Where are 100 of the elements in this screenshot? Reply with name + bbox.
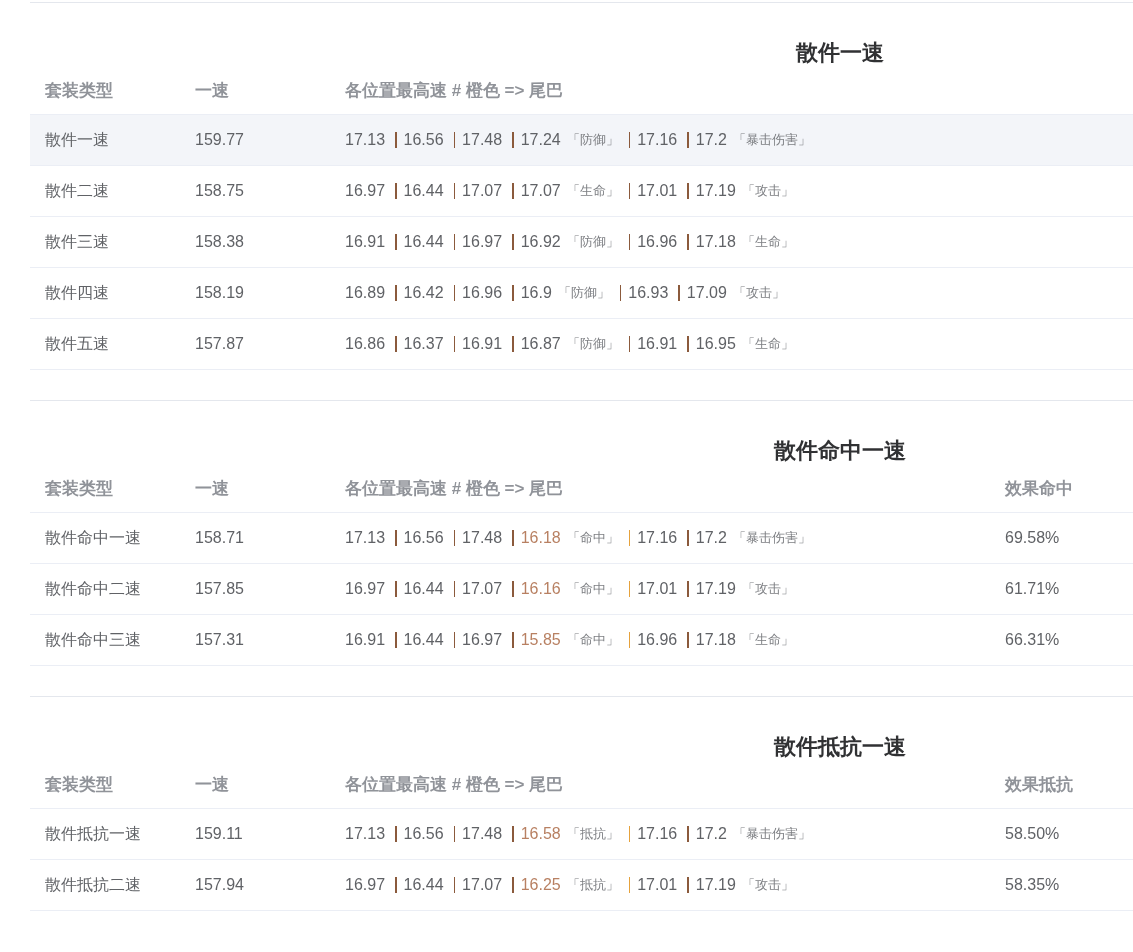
separator-bar: [628, 826, 631, 842]
table-cell: 159.11: [195, 825, 243, 842]
section-title: 散件一速: [796, 40, 884, 65]
speed-value: 16.58: [520, 825, 561, 843]
speed-value: 16.56: [403, 529, 444, 547]
speed-value: 16.96: [637, 233, 678, 251]
speed-value: 17.18: [695, 233, 736, 251]
speed-value: 16.9: [520, 284, 552, 302]
separator-bar: [395, 581, 397, 597]
table-cell: 散件抵抗一速: [45, 824, 141, 842]
separator-bar: [628, 234, 631, 250]
table-cell: 散件命中一速: [45, 528, 141, 546]
speed-value: 15.85: [520, 631, 561, 649]
speed-value: 17.16: [637, 825, 678, 843]
speed-value: 17.2: [695, 131, 727, 149]
column-header: 效果抵抗: [1005, 774, 1073, 794]
stat-tag: 「攻击」: [732, 284, 785, 302]
speed-value: 17.09: [686, 284, 727, 302]
stat-tag: 「攻击」: [741, 876, 794, 894]
stat-tag: 「命中」: [566, 631, 619, 649]
separator-bar: [687, 132, 689, 148]
speed-value: 16.97: [462, 631, 503, 649]
speed-value: 16.87: [520, 335, 561, 353]
stat-tag: 「防御」: [557, 284, 610, 302]
separator-bar: [512, 581, 514, 597]
speed-value: 17.19: [695, 580, 736, 598]
table-cell: 散件四速: [45, 283, 109, 301]
separator-bar: [512, 826, 514, 842]
speed-value: 17.01: [637, 876, 678, 894]
speed-value: 16.25: [520, 876, 561, 894]
speed-value: 17.24: [520, 131, 561, 149]
stat-tag: 「生命」: [741, 335, 794, 353]
stat-tag: 「暴击伤害」: [732, 825, 811, 843]
column-header: 一速: [195, 774, 229, 794]
speed-value: 17.01: [637, 182, 678, 200]
separator-bar: [619, 285, 622, 301]
speed-value: 16.92: [520, 233, 561, 251]
separator-bar: [628, 632, 631, 648]
column-header: 各位置最高速 # 橙色 => 尾巴: [345, 80, 564, 100]
separator-bar: [453, 826, 456, 842]
speed-value: 16.91: [345, 233, 386, 251]
separator-bar: [453, 877, 456, 893]
separator-bar: [687, 530, 689, 546]
separator-bar: [687, 183, 689, 199]
table-cell: 157.31: [195, 631, 244, 648]
speed-value: 16.91: [637, 335, 678, 353]
separator-bar: [687, 826, 689, 842]
table-cell: 159.77: [195, 131, 244, 148]
stat-tag: 「命中」: [566, 580, 619, 598]
column-header: 套装类型: [45, 478, 113, 498]
separator-bar: [453, 632, 456, 648]
speed-value: 16.37: [403, 335, 444, 353]
table-cell: 61.71%: [1005, 580, 1060, 597]
speed-value: 17.07: [462, 580, 503, 598]
separator-bar: [453, 530, 456, 546]
stat-tag: 「抵抗」: [566, 825, 619, 843]
separator-bar: [628, 530, 631, 546]
table-cell: 58.50%: [1005, 825, 1060, 842]
table-cell: 157.85: [195, 580, 244, 597]
separator-bar: [512, 132, 514, 148]
column-header: 各位置最高速 # 橙色 => 尾巴: [345, 774, 564, 794]
separator-bar: [453, 183, 456, 199]
speed-value: 16.97: [345, 182, 386, 200]
stat-tag: 「生命」: [566, 182, 619, 200]
separator-bar: [628, 877, 631, 893]
separator-bar: [395, 285, 397, 301]
stat-tag: 「抵抗」: [566, 876, 619, 894]
separator-bar: [512, 285, 514, 301]
separator-bar: [395, 530, 397, 546]
speed-value: 17.2: [695, 529, 727, 547]
table-cell: 散件抵抗二速: [45, 875, 141, 893]
column-header: 效果命中: [1005, 478, 1073, 498]
stat-tag: 「命中」: [566, 529, 619, 547]
table-cell: 158.75: [195, 182, 244, 199]
speed-value: 16.18: [520, 529, 561, 547]
speed-value: 16.97: [345, 876, 386, 894]
separator-bar: [512, 877, 514, 893]
separator-bar: [453, 234, 456, 250]
speed-value: 16.44: [403, 876, 444, 894]
table-cell: 158.71: [195, 529, 244, 546]
speed-value: 16.95: [695, 335, 736, 353]
speed-value: 17.48: [462, 131, 503, 149]
column-header: 各位置最高速 # 橙色 => 尾巴: [345, 478, 564, 498]
speed-value: 17.48: [462, 529, 503, 547]
separator-bar: [687, 234, 689, 250]
stat-tag: 「生命」: [741, 233, 794, 251]
speed-value: 16.91: [462, 335, 503, 353]
speed-value: 16.56: [403, 825, 444, 843]
speed-value: 17.07: [462, 182, 503, 200]
separator-bar: [395, 132, 397, 148]
column-header: 一速: [195, 478, 229, 498]
separator-bar: [395, 826, 397, 842]
separator-bar: [687, 336, 689, 352]
speed-value: 16.96: [637, 631, 678, 649]
separator-bar: [678, 285, 680, 301]
table-cell: 66.31%: [1005, 631, 1060, 648]
separator-bar: [395, 183, 397, 199]
speed-value: 17.48: [462, 825, 503, 843]
separator-bar: [628, 336, 631, 352]
table-cell: 散件命中二速: [45, 579, 141, 597]
